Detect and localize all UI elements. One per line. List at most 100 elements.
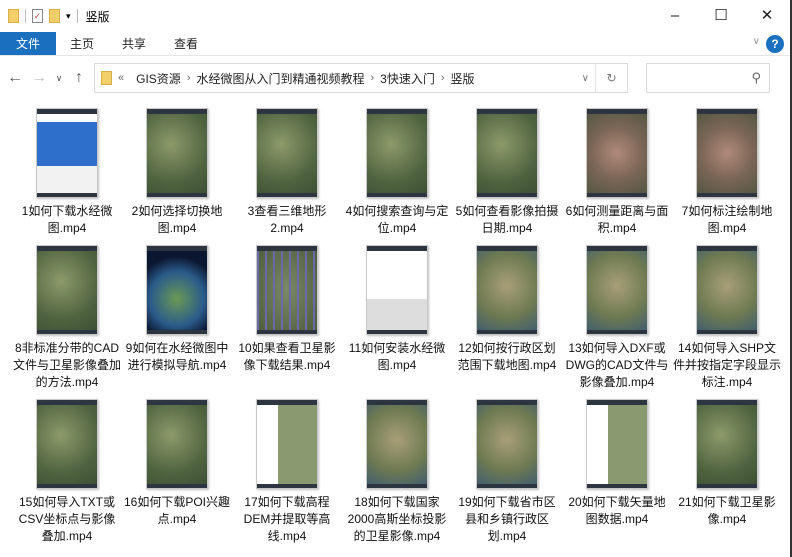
search-icon: ⚲: [751, 70, 761, 85]
file-item[interactable]: 2如何选择切换地图.mp4: [122, 108, 232, 237]
file-item[interactable]: 14如何导入SHP文件并按指定字段显示标注.mp4: [672, 245, 782, 391]
maximize-button[interactable]: ☐: [698, 0, 744, 30]
video-thumbnail[interactable]: [146, 108, 208, 198]
close-button[interactable]: ✕: [744, 0, 790, 30]
file-item[interactable]: 21如何下载卫星影像.mp4: [672, 399, 782, 545]
file-name: 6如何测量距离与面积.mp4: [565, 204, 669, 235]
file-item[interactable]: 12如何按行政区划范围下载地图.mp4: [452, 245, 562, 391]
video-thumbnail[interactable]: [696, 108, 758, 198]
file-item[interactable]: 13如何导入DXF或DWG的CAD文件与影像叠加.mp4: [562, 245, 672, 391]
quick-access-toolbar: ✓ ▾: [8, 9, 78, 23]
file-name: 21如何下载卫星影像.mp4: [678, 495, 776, 526]
divider: [76, 9, 78, 23]
breadcrumb-item[interactable]: 竖版: [451, 70, 475, 87]
chevron-right-icon[interactable]: ›: [371, 72, 375, 84]
video-thumbnail[interactable]: [366, 108, 428, 198]
file-name: 19如何下载省市区县和乡镇行政区划.mp4: [458, 495, 556, 543]
video-thumbnail[interactable]: [696, 399, 758, 489]
file-item[interactable]: 9如何在水经微图中进行模拟导航.mp4: [122, 245, 232, 391]
search-input[interactable]: ⚲: [646, 63, 770, 93]
chevron-down-icon[interactable]: ∨: [582, 73, 589, 84]
chevron-right-icon[interactable]: ›: [187, 72, 191, 84]
video-thumbnail[interactable]: [696, 245, 758, 335]
navigation-bar: ← → ∨ ↑ « GIS资源 › 水经微图从入门到精通视频教程 › 3快速入门…: [0, 56, 790, 100]
refresh-icon[interactable]: ↻: [595, 64, 627, 92]
video-thumbnail[interactable]: [366, 399, 428, 489]
video-thumbnail[interactable]: [476, 399, 538, 489]
new-folder-icon[interactable]: [49, 9, 60, 23]
tab-home[interactable]: 主页: [56, 32, 108, 55]
file-name: 3查看三维地形2.mp4: [247, 204, 327, 235]
file-name: 15如何导入TXT或CSV坐标点与影像叠加.mp4: [18, 495, 116, 543]
divider: [25, 9, 26, 23]
file-name: 11如何安装水经微图.mp4: [348, 341, 446, 372]
file-item[interactable]: 19如何下载省市区县和乡镇行政区划.mp4: [452, 399, 562, 545]
file-item[interactable]: 15如何导入TXT或CSV坐标点与影像叠加.mp4: [12, 399, 122, 545]
video-thumbnail[interactable]: [36, 108, 98, 198]
back-arrow-icon[interactable]: ←: [6, 69, 24, 87]
file-item[interactable]: 11如何安装水经微图.mp4: [342, 245, 452, 391]
file-item[interactable]: 6如何测量距离与面积.mp4: [562, 108, 672, 237]
video-thumbnail[interactable]: [256, 108, 318, 198]
up-arrow-icon[interactable]: ↑: [70, 69, 88, 87]
recent-locations-icon[interactable]: ∨: [54, 73, 64, 84]
file-item[interactable]: 1如何下载水经微图.mp4: [12, 108, 122, 237]
video-thumbnail[interactable]: [256, 245, 318, 335]
overflow-crumbs[interactable]: «: [118, 72, 124, 84]
file-item[interactable]: 18如何下载国家2000高斯坐标投影的卫星影像.mp4: [342, 399, 452, 545]
file-grid: 1如何下载水经微图.mp4 2如何选择切换地图.mp4 3查看三维地形2.mp4 4如…: [12, 108, 782, 545]
tab-share[interactable]: 共享: [108, 32, 160, 55]
file-name: 5如何查看影像拍摄日期.mp4: [455, 204, 559, 235]
minimize-button[interactable]: –: [652, 0, 698, 30]
file-name: 9如何在水经微图中进行模拟导航.mp4: [125, 341, 229, 372]
title-bar: ✓ ▾ 竖版 – ☐ ✕: [0, 0, 790, 32]
file-name: 2如何选择切换地图.mp4: [131, 204, 223, 235]
properties-icon[interactable]: ✓: [32, 9, 43, 23]
file-item[interactable]: 16如何下载POI兴趣点.mp4: [122, 399, 232, 545]
video-thumbnail[interactable]: [146, 399, 208, 489]
file-name: 7如何标注绘制地图.mp4: [681, 204, 773, 235]
ribbon-tabs: 文件 主页 共享 查看 ∨ ?: [0, 32, 790, 56]
video-thumbnail[interactable]: [366, 245, 428, 335]
forward-arrow-icon[interactable]: →: [30, 69, 48, 87]
file-name: 17如何下载高程DEM并提取等高线.mp4: [243, 495, 331, 543]
help-icon[interactable]: ?: [766, 35, 784, 53]
tab-view[interactable]: 查看: [160, 32, 212, 55]
file-item[interactable]: 20如何下载矢量地图数据.mp4: [562, 399, 672, 545]
video-thumbnail[interactable]: [36, 245, 98, 335]
file-name: 4如何搜索查询与定位.mp4: [345, 204, 449, 235]
file-item[interactable]: 4如何搜索查询与定位.mp4: [342, 108, 452, 237]
file-name: 14如何导入SHP文件并按指定字段显示标注.mp4: [673, 341, 782, 389]
file-name: 16如何下载POI兴趣点.mp4: [123, 495, 231, 526]
file-name: 1如何下载水经微图.mp4: [21, 204, 113, 235]
tab-file[interactable]: 文件: [0, 32, 56, 55]
video-thumbnail[interactable]: [586, 399, 648, 489]
video-thumbnail[interactable]: [476, 108, 538, 198]
address-bar[interactable]: « GIS资源 › 水经微图从入门到精通视频教程 › 3快速入门 › 竖版 ∨ …: [94, 63, 628, 93]
file-item[interactable]: 5如何查看影像拍摄日期.mp4: [452, 108, 562, 237]
file-item[interactable]: 3查看三维地形2.mp4: [232, 108, 342, 237]
file-name: 12如何按行政区划范围下载地图.mp4: [457, 341, 557, 372]
file-name: 8非标准分带的CAD文件与卫星影像叠加的方法.mp4: [13, 341, 122, 389]
video-thumbnail[interactable]: [36, 399, 98, 489]
breadcrumb-item[interactable]: 3快速入门: [380, 70, 435, 87]
expand-ribbon-icon[interactable]: ∨: [753, 36, 760, 47]
chevron-right-icon[interactable]: ›: [441, 72, 445, 84]
video-thumbnail[interactable]: [586, 245, 648, 335]
video-thumbnail[interactable]: [476, 245, 538, 335]
video-thumbnail[interactable]: [256, 399, 318, 489]
video-thumbnail[interactable]: [586, 108, 648, 198]
breadcrumb-item[interactable]: GIS资源: [136, 70, 181, 87]
file-item[interactable]: 7如何标注绘制地图.mp4: [672, 108, 782, 237]
video-thumbnail[interactable]: [146, 245, 208, 335]
file-item[interactable]: 10如果查看卫星影像下载结果.mp4: [232, 245, 342, 391]
file-name: 13如何导入DXF或DWG的CAD文件与影像叠加.mp4: [565, 341, 669, 389]
file-name: 20如何下载矢量地图数据.mp4: [568, 495, 666, 526]
breadcrumb-item[interactable]: 水经微图从入门到精通视频教程: [196, 70, 364, 87]
folder-icon: [8, 9, 19, 23]
customize-dropdown-icon[interactable]: ▾: [66, 11, 71, 22]
folder-icon: [101, 71, 112, 85]
file-item[interactable]: 8非标准分带的CAD文件与卫星影像叠加的方法.mp4: [12, 245, 122, 391]
file-name: 18如何下载国家2000高斯坐标投影的卫星影像.mp4: [347, 495, 447, 543]
file-item[interactable]: 17如何下载高程DEM并提取等高线.mp4: [232, 399, 342, 545]
